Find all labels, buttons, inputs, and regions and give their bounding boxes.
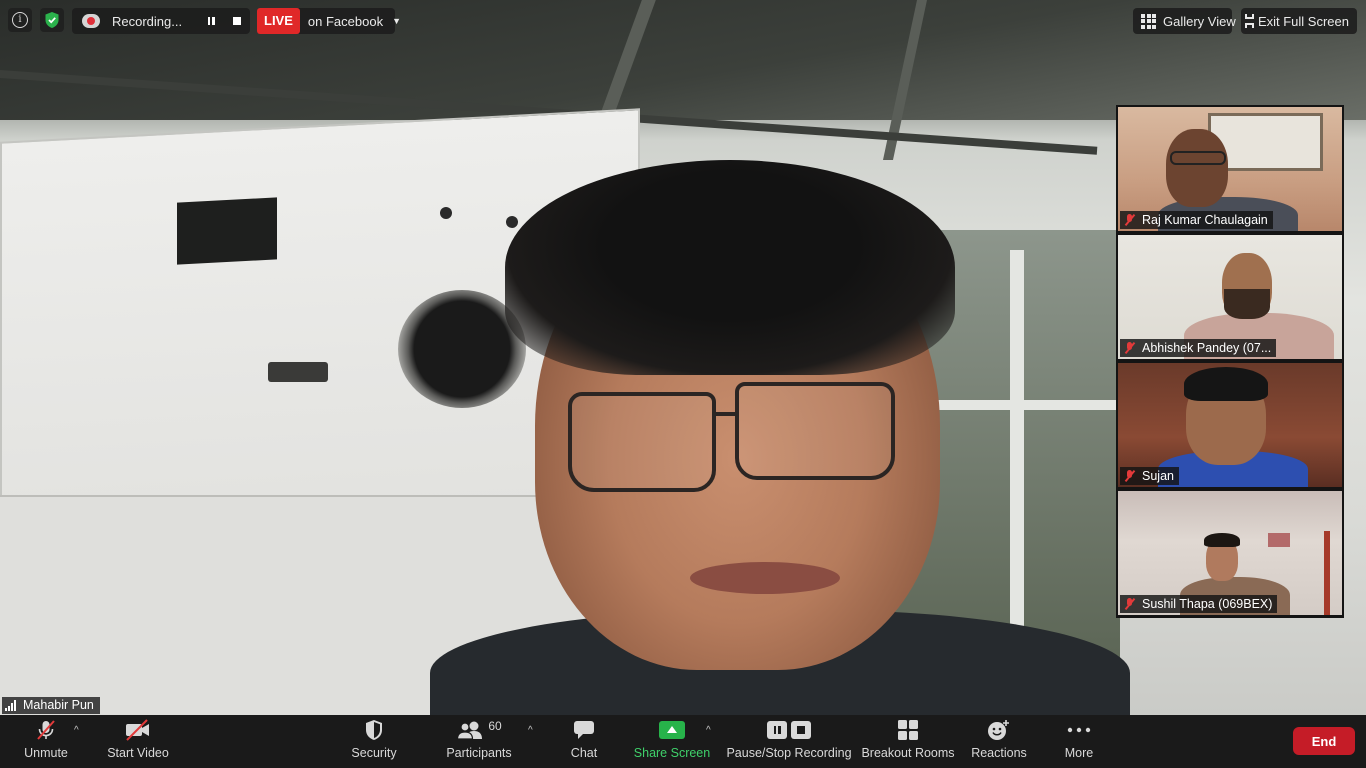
meeting-info-icon[interactable]: i (8, 8, 32, 32)
gallery-view-button[interactable]: Gallery View (1133, 8, 1236, 34)
participant-thumbnail[interactable]: Abhishek Pandey (07... (1118, 235, 1342, 359)
participant-name: Sushil Thapa (069BEX) (1142, 597, 1273, 611)
end-meeting-button[interactable]: End (1293, 727, 1355, 755)
info-glyph: i (12, 12, 28, 28)
participant-name-label: Sushil Thapa (069BEX) (1120, 595, 1278, 613)
participant-hair (1204, 533, 1240, 547)
meeting-controls-toolbar: Unmute ^ Start Video Security 60 Partici… (0, 715, 1366, 768)
security-label: Security (351, 746, 397, 760)
muted-mic-icon (1124, 598, 1136, 610)
more-button[interactable]: More (1062, 715, 1096, 768)
participant-beard (1224, 289, 1270, 319)
muted-mic-icon (1124, 470, 1136, 482)
participant-glasses (1170, 151, 1226, 165)
reactions-smiley-icon (987, 715, 1011, 745)
participant-hair (1184, 367, 1268, 401)
participant-name-label: Sujan (1120, 467, 1179, 485)
stop-recording-button[interactable] (226, 10, 248, 32)
participants-label: Participants (446, 746, 512, 760)
recording-status-text: Recording... (112, 13, 183, 29)
live-badge: LIVE (257, 8, 300, 34)
share-screen-button[interactable]: Share Screen (633, 715, 711, 768)
security-button[interactable]: Security (348, 715, 400, 768)
recording-indicator: Recording... (72, 8, 250, 34)
participant-thumbnail[interactable]: Raj Kumar Chaulagain (1118, 107, 1342, 231)
participant-name-label: Abhishek Pandey (07... (1120, 339, 1277, 357)
participant-name: Raj Kumar Chaulagain (1142, 213, 1268, 227)
participant-name: Abhishek Pandey (07... (1142, 341, 1272, 355)
participant-thumbnail-strip: Raj Kumar Chaulagain Abhishek Pandey (07… (1116, 105, 1344, 618)
speaker-glasses-right (735, 382, 895, 480)
more-dots-icon (1067, 715, 1091, 745)
chat-button[interactable]: Chat (568, 715, 600, 768)
active-speaker-name: Mahabir Pun (23, 698, 94, 712)
cloud-recording-icon (82, 14, 100, 28)
muted-mic-icon (1124, 214, 1136, 226)
muted-microphone-icon (34, 715, 58, 745)
chat-bubble-icon (573, 715, 595, 745)
muted-mic-icon (1124, 342, 1136, 354)
participant-thumbnail[interactable]: Sujan (1118, 363, 1342, 487)
pause-stop-recording-label: Pause/Stop Recording (726, 746, 852, 760)
speaker-glasses-left (568, 392, 716, 492)
participant-name-label: Raj Kumar Chaulagain (1120, 211, 1273, 229)
participants-icon: 60 (456, 715, 502, 745)
speaker-glasses-bridge (714, 412, 738, 416)
video-background-cabinet-screw (440, 207, 452, 219)
audio-options-caret-icon[interactable]: ^ (74, 725, 79, 736)
participant-face (1166, 129, 1228, 207)
connection-signal-icon (5, 700, 17, 711)
exit-full-screen-label: Exit Full Screen (1257, 13, 1349, 29)
live-stream-indicator[interactable]: LIVE on Facebook ▼ (257, 8, 401, 34)
gallery-view-label: Gallery View (1163, 13, 1236, 29)
reactions-label: Reactions (971, 746, 1027, 760)
video-background-cabinet-handle (268, 362, 328, 382)
security-shield-icon (364, 715, 384, 745)
unmute-label: Unmute (24, 746, 68, 760)
zoom-meeting-window: i Recording... LIVE on Facebook ▼ Galler… (0, 0, 1366, 768)
breakout-rooms-label: Breakout Rooms (861, 746, 955, 760)
exit-full-screen-icon (1244, 14, 1254, 28)
video-off-icon (124, 715, 152, 745)
breakout-rooms-button[interactable]: Breakout Rooms (861, 715, 955, 768)
pause-recording-button[interactable] (200, 10, 222, 32)
encryption-shield-icon[interactable] (40, 8, 64, 32)
share-options-caret-icon[interactable]: ^ (706, 725, 711, 736)
chevron-down-icon: ▼ (392, 16, 401, 26)
pause-stop-recording-icon (767, 715, 811, 745)
participants-button[interactable]: 60 Participants (446, 715, 512, 768)
video-background-cabinet-vent (177, 197, 277, 265)
speaker-mouth (690, 562, 840, 594)
chat-label: Chat (570, 746, 598, 760)
participants-options-caret-icon[interactable]: ^ (528, 725, 533, 736)
start-video-button[interactable]: Start Video (104, 715, 172, 768)
exit-full-screen-button[interactable]: Exit Full Screen (1241, 8, 1357, 34)
active-speaker-name-label: Mahabir Pun (2, 697, 100, 714)
more-label: More (1064, 746, 1094, 760)
share-screen-icon (659, 715, 685, 745)
participant-name: Sujan (1142, 469, 1174, 483)
breakout-rooms-icon (897, 715, 919, 745)
unmute-button[interactable]: Unmute (18, 715, 74, 768)
share-screen-label: Share Screen (633, 746, 711, 760)
reactions-button[interactable]: Reactions (970, 715, 1028, 768)
participants-count: 60 (488, 719, 502, 733)
participant-thumbnail[interactable]: Sushil Thapa (069BEX) (1118, 491, 1342, 615)
thumbnail-background-pole (1324, 531, 1330, 615)
shield-check-icon (45, 12, 59, 28)
start-video-label: Start Video (107, 746, 169, 760)
live-stream-target: on Facebook (307, 13, 384, 29)
pause-stop-recording-button[interactable]: Pause/Stop Recording (726, 715, 852, 768)
gallery-grid-icon (1141, 13, 1156, 29)
speaker-hair (505, 160, 955, 375)
thumbnail-background-picture (1268, 533, 1290, 547)
video-background-cabinet-screw (506, 216, 518, 228)
